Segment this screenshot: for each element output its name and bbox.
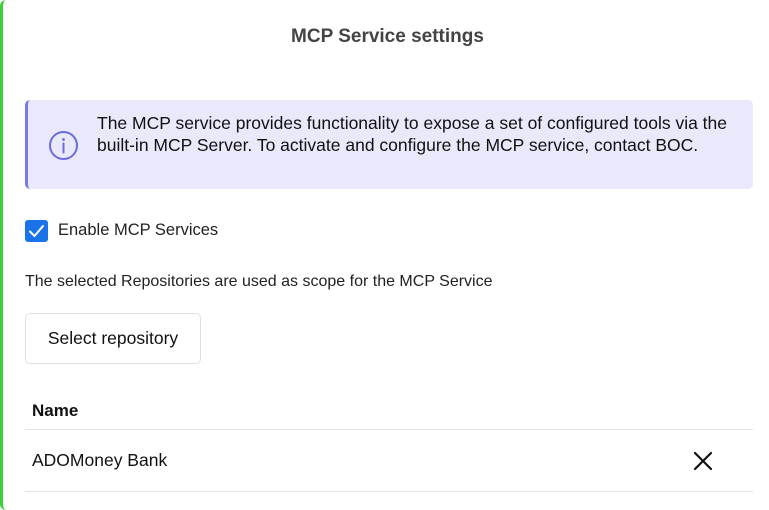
close-icon[interactable]: [691, 449, 715, 473]
info-text: The MCP service provides functionality t…: [97, 113, 728, 155]
column-header-name: Name: [32, 401, 79, 420]
table-row-name: ADOMoney Bank: [32, 450, 168, 470]
info-banner: The MCP service provides functionality t…: [25, 100, 753, 189]
enable-mcp-label[interactable]: Enable MCP Services: [58, 221, 218, 240]
select-repository-button[interactable]: Select repository: [25, 313, 201, 364]
checkmark-icon: [29, 225, 44, 237]
scope-description: The selected Repositories are used as sc…: [25, 273, 493, 290]
table-row-divider: [25, 491, 753, 492]
dialog-title: MCP Service settings: [291, 26, 484, 47]
mcp-settings-panel: MCP Service settings The MCP service pro…: [0, 0, 769, 510]
enable-mcp-checkbox[interactable]: [25, 220, 48, 242]
table-header-divider: [25, 429, 753, 430]
info-icon: [48, 130, 79, 161]
